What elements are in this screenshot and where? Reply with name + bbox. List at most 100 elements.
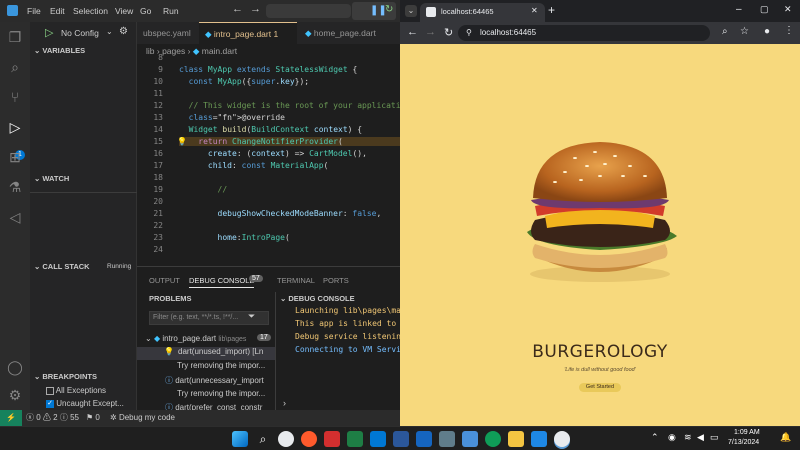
gear-icon[interactable]: ⚙ — [119, 26, 128, 37]
file-explorer-icon[interactable] — [508, 431, 524, 447]
excel-icon[interactable] — [347, 431, 363, 447]
menu-go[interactable]: Go — [140, 6, 151, 16]
filter-icon[interactable]: ⏷ — [248, 311, 255, 322]
breakpoints-section[interactable]: ⌄ BREAKPOINTS — [30, 370, 137, 384]
app-store-icon[interactable] — [462, 431, 478, 447]
code-line[interactable]: return ChangeNotifierProvider( — [179, 137, 400, 146]
breadcrumb-pages[interactable]: pages — [162, 46, 185, 56]
profile-icon[interactable]: ● — [764, 26, 770, 37]
start-icon[interactable] — [232, 431, 248, 447]
problems-status[interactable]: ⓧ 0 ⚠ 2 ⓘ 55 — [26, 410, 79, 426]
battery-icon[interactable]: ▭ — [710, 432, 719, 443]
app-icon[interactable] — [416, 431, 432, 447]
code-line[interactable]: Widget build(BuildContext context) { — [179, 125, 362, 134]
flutter-icon[interactable]: ◁ — [6, 208, 24, 226]
menu-file[interactable]: File — [27, 6, 41, 16]
menu-selection[interactable]: Selection — [73, 6, 108, 16]
clock-date[interactable]: 7/13/2024 — [728, 439, 759, 446]
chrome-taskbar-icon[interactable] — [278, 431, 294, 447]
tab-pubspec[interactable]: ubspec.yaml — [137, 22, 192, 44]
back-icon[interactable]: ← — [407, 26, 418, 38]
run-debug-icon[interactable]: ▷ — [6, 118, 24, 136]
tab-search-icon[interactable]: ⌄ — [405, 5, 417, 17]
zoom-icon[interactable]: ⌕ — [722, 26, 728, 37]
code-line[interactable]: // This widget is the root of your appli… — [179, 101, 400, 110]
debug-status[interactable]: ✲ Debug my code — [110, 410, 175, 426]
browser-tab[interactable]: localhost:64465 ✕ — [420, 3, 545, 22]
menu-edit[interactable]: Edit — [50, 6, 65, 16]
ports-status[interactable]: ⚑ 0 — [86, 410, 100, 426]
command-center[interactable] — [266, 4, 351, 18]
run-config-select[interactable]: No Config — [61, 28, 99, 38]
watch-section[interactable]: ⌄ WATCH — [30, 172, 137, 186]
reload-icon[interactable]: ↻ — [444, 26, 453, 39]
back-arrow-icon[interactable]: ← — [232, 3, 243, 15]
wifi-icon[interactable]: ≋ — [684, 432, 692, 443]
problems-header[interactable]: PROBLEMS — [149, 294, 192, 303]
code-line[interactable]: class="fn">@override — [179, 113, 285, 122]
chevron-down-icon[interactable]: ⌄ — [106, 27, 113, 36]
new-tab-button[interactable]: + — [548, 3, 555, 17]
vscode-taskbar-icon[interactable] — [370, 431, 386, 447]
account-icon[interactable]: ◯ — [6, 358, 24, 376]
problems-file-row[interactable]: ⌄ ◆ intro_page.dart lib\pages — [145, 334, 275, 343]
checkbox-checked[interactable]: ✓ — [46, 399, 54, 408]
breadcrumb-file[interactable]: main.dart — [202, 46, 237, 56]
panel-tab-debug-console[interactable]: DEBUG CONSOLE — [189, 276, 255, 288]
edge-icon[interactable] — [485, 431, 501, 447]
code-line[interactable]: class MyApp extends StatelessWidget { — [179, 65, 357, 74]
menu-run[interactable]: Run — [163, 6, 179, 16]
start-debugging-icon[interactable]: ▷ — [45, 26, 53, 39]
notification-bell-icon[interactable]: 🔔 — [780, 432, 791, 443]
tray-app-icon[interactable]: ◉ — [668, 432, 676, 443]
get-started-button[interactable]: Get Started — [579, 383, 621, 392]
bp-all-exceptions[interactable]: All Exceptions — [46, 386, 106, 395]
problem-item[interactable]: 💡 dart(unused_import) [Ln — [137, 347, 275, 360]
tab-intro-page[interactable]: ◆ intro_page.dart 1 — [199, 22, 297, 44]
problem-item[interactable]: Try removing the impor... — [177, 361, 265, 370]
code-line[interactable]: home:IntroPage( — [179, 233, 290, 242]
tray-chevron-icon[interactable]: ⌃ — [651, 432, 659, 443]
menu-kebab-icon[interactable]: ⋮ — [784, 25, 794, 36]
address-bar[interactable]: ⚲ localhost:64465 — [458, 25, 710, 41]
clock-time[interactable]: 1:09 AM — [734, 429, 760, 436]
remote-icon[interactable]: ⚡ — [0, 410, 22, 426]
code-line[interactable]: const MyApp({super.key}); — [179, 77, 309, 86]
maximize-button[interactable]: ▢ — [760, 4, 769, 15]
source-control-icon[interactable]: ⑂ — [6, 88, 24, 106]
problem-item[interactable]: ⓘ dart(unnecessary_import — [165, 375, 264, 386]
restart-icon[interactable]: ↻ — [385, 4, 393, 15]
close-window-button[interactable]: ✕ — [784, 4, 792, 15]
firefox-icon[interactable] — [301, 431, 317, 447]
checkbox-unchecked[interactable] — [46, 386, 54, 395]
app-icon[interactable] — [439, 431, 455, 447]
problem-item[interactable]: Try removing the impor... — [177, 389, 265, 398]
console-input-chevron-icon[interactable]: › — [283, 398, 286, 408]
panel-tab-terminal[interactable]: TERMINAL — [277, 276, 315, 285]
testing-icon[interactable]: ⚗ — [6, 178, 24, 196]
code-line[interactable]: // — [179, 185, 228, 194]
pdf-icon[interactable] — [324, 431, 340, 447]
panel-tab-ports[interactable]: PORTS — [323, 276, 349, 285]
word-icon[interactable] — [393, 431, 409, 447]
menu-view[interactable]: View — [115, 6, 133, 16]
variables-section[interactable]: ⌄ VARIABLES — [30, 44, 137, 58]
debug-console-header[interactable]: ⌄ DEBUG CONSOLE — [280, 294, 355, 303]
code-line[interactable]: debugShowCheckedModeBanner: false, — [179, 209, 382, 218]
search-icon[interactable]: ⌕ — [255, 431, 271, 447]
lightbulb-icon[interactable]: 💡 — [177, 137, 187, 146]
minimize-button[interactable]: – — [736, 4, 742, 15]
volume-icon[interactable]: ◀ — [697, 432, 704, 443]
chrome-active-icon[interactable] — [554, 431, 570, 447]
search-icon[interactable]: ⌕ — [6, 58, 24, 76]
code-line[interactable]: create: (context) => CartModel(), — [179, 149, 367, 158]
code-line[interactable]: child: const MaterialApp( — [179, 161, 328, 170]
extensions-icon[interactable]: ⊞ — [6, 148, 24, 166]
explorer-icon[interactable]: ❐ — [6, 28, 24, 46]
lightbulb-icon[interactable]: 💡 — [164, 347, 174, 356]
panel-tab-output[interactable]: OUTPUT — [149, 276, 180, 285]
forward-arrow-icon[interactable]: → — [250, 3, 261, 15]
site-info-icon[interactable]: ⚲ — [466, 25, 472, 41]
close-tab-icon[interactable]: ✕ — [531, 6, 538, 15]
tab-home-page[interactable]: ◆ home_page.dart — [299, 22, 400, 44]
